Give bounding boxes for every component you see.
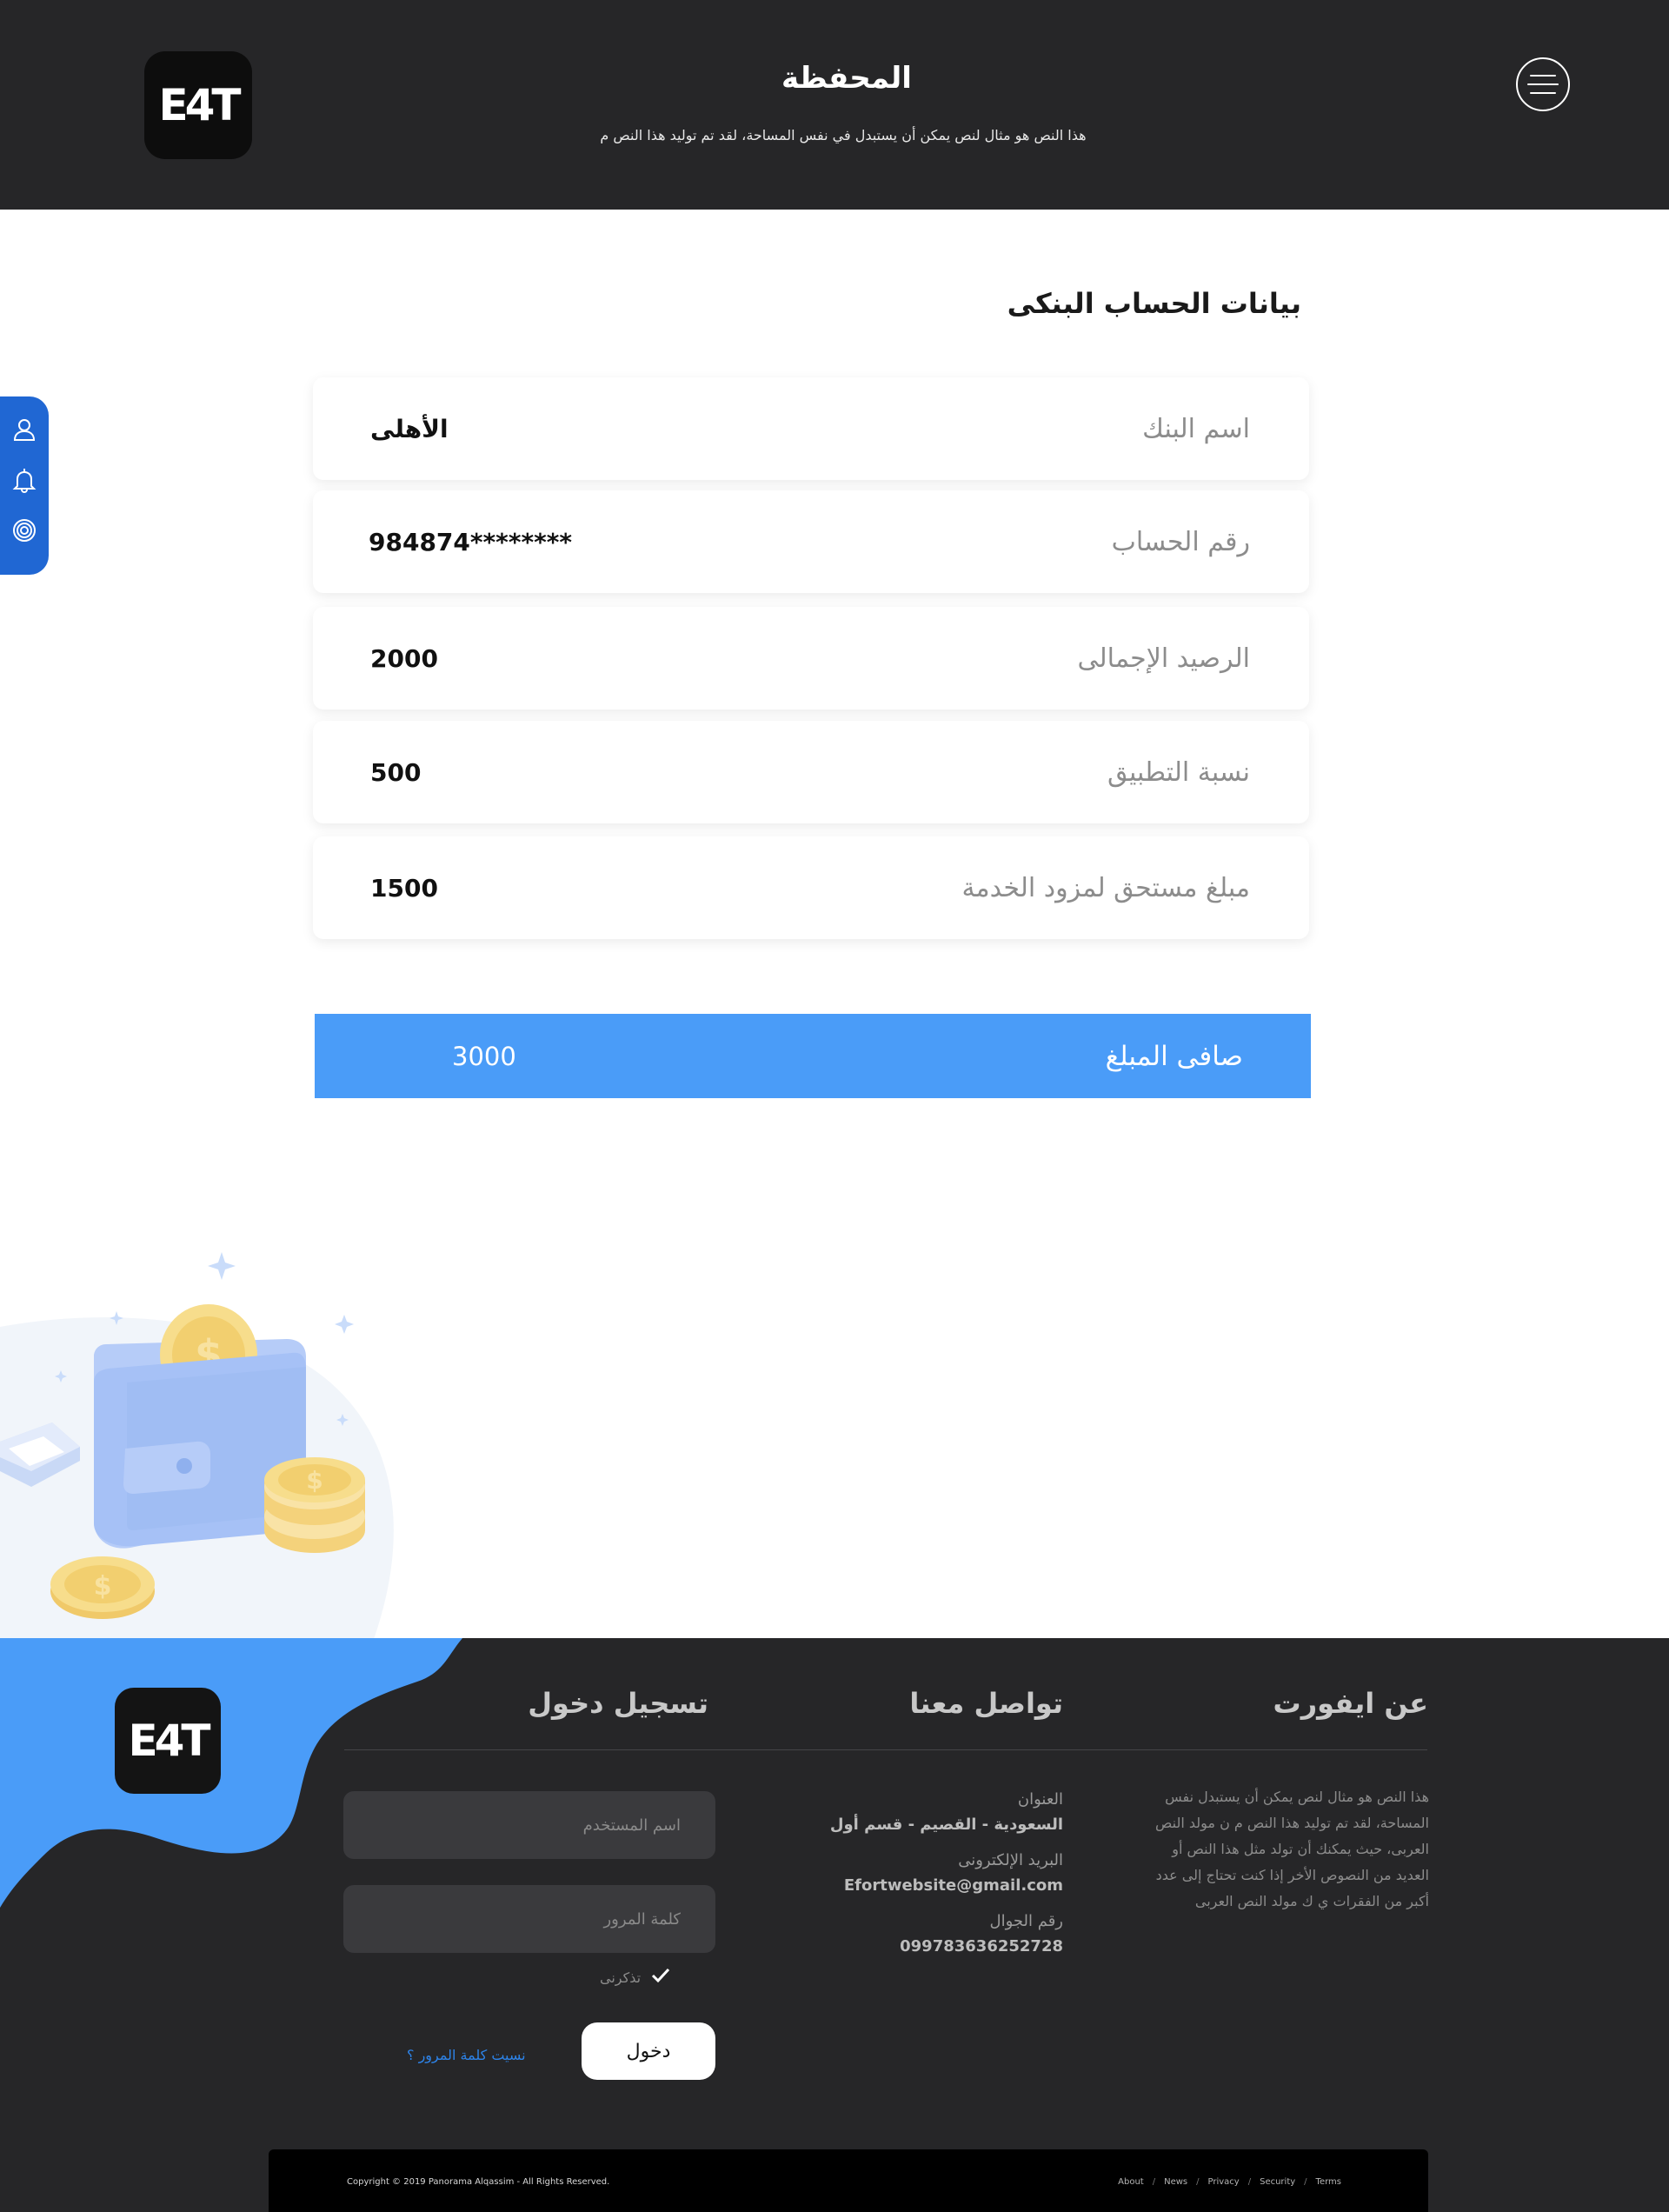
- footer-logo[interactable]: E4T: [115, 1688, 221, 1794]
- email-label: البريد الإلكترونى: [958, 1851, 1063, 1869]
- link-security[interactable]: Security: [1260, 2177, 1295, 2187]
- footer: E4T عن ايفورت تواصل معنا تسجيل دخول هذا …: [0, 1638, 1669, 2212]
- field-value: 984874********: [369, 527, 573, 556]
- phone-label: رقم الجوال: [989, 1912, 1063, 1930]
- remember-me-label: تذكرنى: [600, 1969, 642, 1986]
- bottom-links: About / News / Privacy / Security / Term…: [1118, 2177, 1341, 2187]
- bank-name-field: اسم البنك الأهلى: [313, 377, 1309, 480]
- header: E4T المحفظة هذا النص هو مثال لنص يمكن أن…: [0, 0, 1669, 210]
- field-value: الأهلى: [370, 414, 449, 443]
- username-input[interactable]: [343, 1791, 715, 1859]
- contact-title: تواصل معنا: [909, 1687, 1063, 1720]
- link-about[interactable]: About: [1118, 2177, 1144, 2187]
- link-separator: /: [1152, 2177, 1156, 2187]
- provider-due-field: مبلغ مستحق لمزود الخدمة 1500: [313, 836, 1309, 939]
- menu-line: [1530, 92, 1556, 94]
- side-toolbar: [0, 396, 49, 575]
- page-subtitle: هذا النص هو مثال لنص يمكن أن يستبدل في ن…: [600, 127, 1087, 143]
- wallet-illustration: $ $ $: [0, 1252, 409, 1639]
- user-icon[interactable]: [9, 414, 40, 445]
- link-privacy[interactable]: Privacy: [1208, 2177, 1240, 2187]
- field-label: الرصيد الإجمالى: [1077, 643, 1250, 674]
- total-balance-field: الرصيد الإجمالى 2000: [313, 607, 1309, 710]
- link-separator: /: [1304, 2177, 1307, 2187]
- field-label: رقم الحساب: [1111, 526, 1250, 557]
- about-title: عن ايفورت: [1273, 1687, 1428, 1720]
- forgot-password-link[interactable]: نسيت كلمة المرور ؟: [407, 2047, 526, 2063]
- password-input[interactable]: [343, 1885, 715, 1953]
- field-label: مبلغ مستحق لمزود الخدمة: [961, 872, 1250, 903]
- field-value: 1500: [370, 873, 438, 903]
- svg-text:$: $: [306, 1466, 322, 1495]
- copyright-bar: Copyright © 2019 Panorama Alqassim - All…: [269, 2149, 1428, 2212]
- check-icon: [651, 1967, 670, 1988]
- field-label: نسبة التطبيق: [1107, 756, 1250, 788]
- target-icon[interactable]: [9, 515, 40, 546]
- menu-line: [1527, 83, 1559, 85]
- section-title: بيانات الحساب البنكى: [1007, 287, 1301, 320]
- page-title: المحفظة: [781, 61, 912, 96]
- footer-divider: [344, 1749, 1427, 1750]
- field-value: 2000: [370, 643, 438, 673]
- field-label: اسم البنك: [1142, 413, 1250, 444]
- copyright-text: Copyright © 2019 Panorama Alqassim - All…: [347, 2177, 610, 2187]
- svg-text:$: $: [94, 1571, 112, 1602]
- email-value[interactable]: Efortwebsite@gmail.com: [830, 1873, 1063, 1899]
- link-terms[interactable]: Terms: [1316, 2177, 1341, 2187]
- net-amount-value: 3000: [452, 1041, 516, 1071]
- login-button[interactable]: دخول: [582, 2022, 715, 2080]
- address-label: العنوان: [1017, 1790, 1063, 1809]
- menu-line: [1530, 75, 1556, 77]
- link-news[interactable]: News: [1164, 2177, 1187, 2187]
- app-commission-field: نسبة التطبيق 500: [313, 721, 1309, 823]
- phone-value[interactable]: 099783636252728: [830, 1934, 1063, 1960]
- logo-text: E4T: [128, 1716, 210, 1766]
- menu-button[interactable]: [1516, 57, 1570, 111]
- field-value: 500: [370, 757, 422, 787]
- remember-me-checkbox[interactable]: تذكرنى: [600, 1967, 670, 1988]
- login-title: تسجيل دخول: [528, 1687, 708, 1720]
- account-number-field: رقم الحساب 984874********: [313, 490, 1309, 593]
- net-amount-bar: صافى المبلغ 3000: [315, 1014, 1311, 1098]
- about-text: هذا النص هو مثال لنص يمكن أن يستبدل نفس …: [1155, 1789, 1429, 1909]
- link-separator: /: [1196, 2177, 1200, 2187]
- net-amount-label: صافى المبلغ: [1105, 1040, 1243, 1072]
- contact-block: العنوان السعودية - القصيم - قسم أول البر…: [830, 1781, 1063, 1960]
- address-value: السعودية - القصيم - قسم أول: [829, 1816, 1063, 1834]
- link-separator: /: [1247, 2177, 1252, 2187]
- bell-icon[interactable]: [9, 464, 40, 496]
- footer-blob: [0, 1638, 462, 1908]
